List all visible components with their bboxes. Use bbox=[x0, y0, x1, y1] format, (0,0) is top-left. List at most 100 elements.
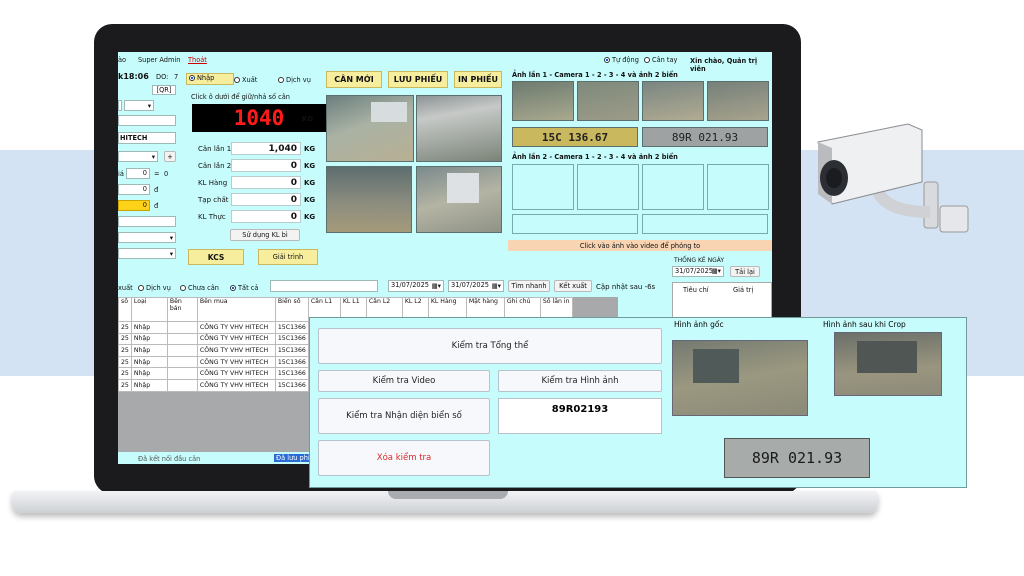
round2-camera-2[interactable] bbox=[577, 164, 639, 210]
greeting-text: Xin chào, Quản trị viên bbox=[690, 57, 758, 73]
table-cell: Nhập bbox=[130, 344, 168, 357]
images-title-2: Ảnh lần 2 - Camera 1 - 2 - 3 - 4 và ảnh … bbox=[512, 153, 678, 161]
front-plate-image[interactable]: 15C 136.67 bbox=[512, 127, 638, 147]
kcs-button[interactable]: KCS bbox=[188, 249, 244, 265]
mode-auto[interactable]: Tự động bbox=[604, 56, 639, 64]
weigh-row-label: Cân lần 2 bbox=[198, 162, 232, 170]
export-button[interactable]: Kết xuất bbox=[554, 280, 592, 292]
camera-image-3[interactable] bbox=[326, 166, 412, 233]
round1-camera-3[interactable] bbox=[642, 81, 704, 121]
camera-image-1[interactable] bbox=[326, 95, 414, 162]
company-field[interactable]: HITECH bbox=[118, 132, 176, 144]
weigh-row-value[interactable]: 1,040 bbox=[231, 142, 301, 155]
filter-export[interactable]: xuất bbox=[118, 284, 133, 292]
table-cell: 25 bbox=[118, 344, 132, 357]
round2-front-plate[interactable] bbox=[512, 214, 638, 234]
mode-manual[interactable]: Cân tay bbox=[644, 56, 677, 64]
table-header[interactable]: Bên mua bbox=[196, 297, 276, 322]
round2-rear-plate[interactable] bbox=[642, 214, 768, 234]
stats-table: Tiêu chí Giá trị bbox=[672, 282, 772, 322]
radio-import[interactable]: Nhập bbox=[186, 73, 234, 85]
table-header[interactable]: Loại bbox=[130, 297, 168, 322]
print-ticket-button[interactable]: IN PHIẾU bbox=[454, 71, 502, 88]
new-weigh-button[interactable]: CÂN MỚI bbox=[326, 71, 382, 88]
left-select-4[interactable]: ▾ bbox=[118, 248, 176, 259]
video-check-button[interactable]: Kiểm tra Video bbox=[318, 370, 490, 392]
round1-camera-4[interactable] bbox=[707, 81, 769, 121]
truck-icon bbox=[857, 341, 917, 373]
menu-item-exit[interactable]: Thoát bbox=[188, 56, 207, 64]
cropped-image[interactable] bbox=[834, 332, 942, 396]
left-field-1[interactable] bbox=[118, 100, 122, 111]
weight-unit: KG bbox=[302, 115, 314, 123]
amount-field-2[interactable]: 0 bbox=[118, 200, 150, 211]
table-cell: Nhập bbox=[130, 355, 168, 369]
date-from-picker[interactable]: 31/07/2025 ▦▾ bbox=[388, 280, 444, 292]
radio-export[interactable]: Xuất bbox=[234, 76, 257, 84]
weigh-row-value[interactable]: 0 bbox=[231, 176, 301, 189]
status-connected: Đã kết nối đầu cân bbox=[138, 455, 201, 463]
weigh-row-value[interactable]: 0 bbox=[231, 210, 301, 223]
reload-button[interactable]: Tải lại bbox=[730, 266, 760, 277]
chevron-down-icon: ▾ bbox=[169, 250, 173, 258]
calendar-icon: ▦▾ bbox=[431, 282, 441, 290]
cropped-plate-image[interactable]: 89R 021.93 bbox=[724, 438, 870, 478]
rear-plate-image[interactable]: 89R 021.93 bbox=[642, 127, 768, 147]
table-cell bbox=[166, 367, 198, 380]
round2-camera-1[interactable] bbox=[512, 164, 574, 210]
filter-all[interactable]: Tất cả bbox=[230, 284, 258, 292]
round1-camera-1[interactable] bbox=[512, 81, 574, 121]
table-cell: 15C1366 bbox=[274, 321, 309, 334]
table-header[interactable]: số bbox=[118, 297, 132, 322]
weigh-row-value[interactable]: 0 bbox=[231, 193, 301, 206]
filter-not-weighed[interactable]: Chưa cân bbox=[180, 284, 219, 292]
filter-search-field[interactable] bbox=[270, 280, 378, 292]
explain-button[interactable]: Giải trình bbox=[258, 249, 318, 265]
currency-text-1: đ bbox=[154, 186, 159, 194]
qr-box[interactable]: [QR] bbox=[152, 85, 176, 95]
table-cell: Nhập bbox=[130, 321, 168, 334]
truck-icon bbox=[371, 102, 407, 122]
images-title-1: Ảnh lần 1 - Camera 1 - 2 - 3 - 4 và ảnh … bbox=[512, 71, 678, 79]
camera-image-4[interactable] bbox=[416, 166, 502, 233]
use-tare-button[interactable]: Sử dụng KL bì bbox=[230, 229, 300, 241]
original-image[interactable] bbox=[672, 340, 808, 416]
left-field-3[interactable] bbox=[118, 216, 176, 227]
image-check-button[interactable]: Kiểm tra Hình ảnh bbox=[498, 370, 662, 392]
truck-icon bbox=[693, 349, 739, 383]
table-cell bbox=[166, 355, 198, 369]
round2-camera-4[interactable] bbox=[707, 164, 769, 210]
left-select-2[interactable]: ▾ bbox=[118, 151, 158, 162]
table-header[interactable]: Bên bán bbox=[166, 297, 198, 322]
overall-check-button[interactable]: Kiểm tra Tổng thể bbox=[318, 328, 662, 364]
table-cell: 25 bbox=[118, 332, 132, 346]
radio-service[interactable]: Dịch vụ bbox=[278, 76, 311, 84]
quick-search-button[interactable]: Tìm nhanh bbox=[508, 280, 550, 292]
filter-service[interactable]: Dịch vụ bbox=[138, 284, 171, 292]
table-cell: CÔNG TY VHV HITECH bbox=[196, 367, 276, 380]
round1-camera-2[interactable] bbox=[577, 81, 639, 121]
add-button[interactable]: + bbox=[164, 151, 176, 162]
clear-check-button[interactable]: Xóa kiểm tra bbox=[318, 440, 490, 476]
left-select-3[interactable]: ▾ bbox=[118, 232, 176, 243]
camera-image-2[interactable] bbox=[416, 95, 502, 162]
round2-camera-3[interactable] bbox=[642, 164, 704, 210]
date-to-picker[interactable]: 31/07/2025 ▦▾ bbox=[448, 280, 504, 292]
weigh-row-label: KL Hàng bbox=[198, 179, 228, 187]
stats-date-picker[interactable]: 31/07/2025 ▦▾ bbox=[672, 266, 724, 277]
plate-check-button[interactable]: Kiểm tra Nhận diện biển số bbox=[318, 398, 490, 434]
table-header[interactable]: Biển số bbox=[274, 297, 309, 322]
table-cell: 25 bbox=[118, 355, 132, 369]
price-field[interactable]: 0 bbox=[126, 168, 150, 179]
radio-icon bbox=[189, 75, 195, 81]
left-select-1[interactable]: ▾ bbox=[124, 100, 154, 111]
menu-item-cut[interactable]: ào bbox=[118, 56, 126, 64]
menu-item-admin[interactable]: Super Admin bbox=[138, 56, 180, 64]
security-camera-icon bbox=[817, 123, 969, 233]
amount-field-1[interactable]: 0 bbox=[118, 184, 150, 195]
laptop-notch bbox=[388, 491, 508, 499]
weigh-row-value[interactable]: 0 bbox=[231, 159, 301, 172]
save-ticket-button[interactable]: LƯU PHIẾU bbox=[388, 71, 448, 88]
stats-title: THỐNG KÊ NGÀY bbox=[674, 257, 725, 264]
left-field-2[interactable] bbox=[118, 115, 176, 126]
